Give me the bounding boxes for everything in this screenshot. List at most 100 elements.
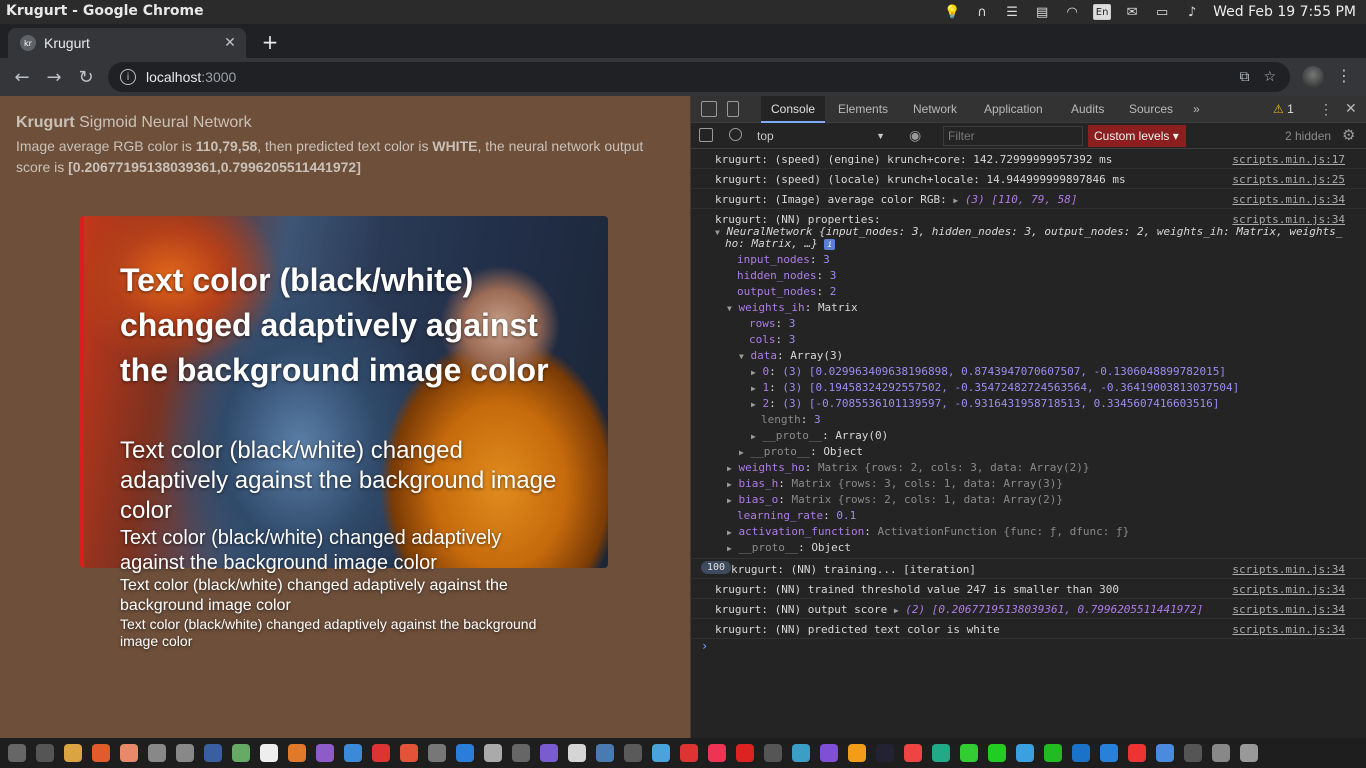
dock-app-icon[interactable] [540,744,558,762]
dock-app-icon[interactable] [1156,744,1174,762]
dock-app-icon[interactable] [820,744,838,762]
tab-sources[interactable]: Sources [1119,96,1183,123]
expand-arrow-icon[interactable]: ▶ [751,432,756,441]
devtools-menu-icon[interactable]: ⋮ [1319,101,1333,118]
console-message-expanded[interactable]: krugurt: (NN) properties: scripts.min.js… [691,209,1366,559]
close-devtools-icon[interactable]: ✕ [1345,100,1357,117]
console-prompt[interactable]: › [701,639,708,653]
console-message[interactable]: krugurt: (Image) average color RGB: ▶ (3… [691,189,1366,209]
dock-app-icon[interactable] [1100,744,1118,762]
dock-app-icon[interactable] [1128,744,1146,762]
dock-app-icon[interactable] [932,744,950,762]
dock-app-icon[interactable] [1016,744,1034,762]
console-message[interactable]: 100 krugurt: (NN) training... [iteration… [691,559,1366,579]
close-tab-icon[interactable]: ✕ [220,33,240,53]
dock-app-icon[interactable] [484,744,502,762]
more-tabs-button[interactable]: » [1183,96,1210,123]
gear-icon[interactable]: ⚙ [1342,126,1355,144]
dock-app-icon[interactable] [400,744,418,762]
expand-arrow-icon[interactable]: ▶ [739,448,744,457]
console-message[interactable]: krugurt: (NN) trained threshold value 24… [691,579,1366,599]
console-message[interactable]: krugurt: (speed) (locale) krunch+locale:… [691,169,1366,189]
forward-button[interactable]: → [42,65,66,89]
lightbulb-icon[interactable]: 💡 [941,0,963,24]
dock-app-icon[interactable] [428,744,446,762]
console-message[interactable]: krugurt: (NN) output score ▶ (2) [0.2067… [691,599,1366,619]
expand-arrow-icon[interactable]: ▶ [727,528,732,537]
info-icon[interactable]: i [824,239,836,250]
source-link[interactable]: scripts.min.js:34 [1232,193,1345,206]
dock-app-icon[interactable] [1044,744,1062,762]
tab-console[interactable]: Console [761,96,826,123]
array-preview[interactable]: (3) [110, 79, 58] [965,193,1078,206]
dock-app-icon[interactable] [176,744,194,762]
source-link[interactable]: scripts.min.js:34 [1232,583,1345,596]
device-toolbar-icon[interactable] [727,101,739,117]
dock-app-icon[interactable] [8,744,26,762]
dock-app-icon[interactable] [708,744,726,762]
expand-arrow-icon[interactable]: ▶ [953,196,958,205]
collapse-arrow-icon[interactable]: ▼ [727,304,732,313]
dock-app-icon[interactable] [512,744,530,762]
expand-arrow-icon[interactable]: ▶ [894,606,899,615]
context-select[interactable]: top ▼ [757,127,891,145]
filter-input[interactable]: Filter [943,126,1083,146]
array-preview[interactable]: (2) [0.20677195138039361, 0.799620551144… [905,603,1203,616]
dock-app-icon[interactable] [568,744,586,762]
tree-property[interactable]: ▶ __proto__: Object [727,541,851,554]
dock-app-icon[interactable] [260,744,278,762]
dock-app-icon[interactable] [904,744,922,762]
clipboard-icon[interactable]: ▤ [1031,0,1053,24]
dock-app-icon[interactable] [1072,744,1090,762]
dock-app-icon[interactable] [1184,744,1202,762]
console-message[interactable]: krugurt: (speed) (engine) krunch+core: 1… [691,149,1366,169]
dock-app-icon[interactable] [372,744,390,762]
dock-app-icon[interactable] [652,744,670,762]
wifi-icon[interactable]: ◠ [1061,0,1083,24]
dock-app-icon[interactable] [680,744,698,762]
reload-button[interactable]: ↻ [74,65,98,89]
dock-app-icon[interactable] [288,744,306,762]
collapse-arrow-icon[interactable]: ▼ [739,352,744,361]
source-link[interactable]: scripts.min.js:17 [1232,153,1345,166]
clock[interactable]: Wed Feb 19 7:55 PM [1213,4,1356,20]
expand-arrow-icon[interactable]: ▶ [727,480,732,489]
headphones-icon[interactable]: ∩ [971,0,993,24]
dock-app-icon[interactable] [344,744,362,762]
source-link[interactable]: scripts.min.js:34 [1232,563,1345,576]
dock-app-icon[interactable] [64,744,82,762]
dock-app-icon[interactable] [736,744,754,762]
sidebar-toggle-icon[interactable] [699,128,713,142]
expand-arrow-icon[interactable]: ▶ [751,368,756,377]
dock-app-icon[interactable] [1240,744,1258,762]
battery-icon[interactable]: ▭ [1151,0,1173,24]
tree-property[interactable]: ▶ bias_h: Matrix {rows: 3, cols: 1, data… [727,477,1063,490]
tree-property[interactable]: ▼ weights_ih: Matrix [727,301,858,314]
expand-arrow-icon[interactable]: ▶ [751,384,756,393]
source-link[interactable]: scripts.min.js:34 [1232,623,1345,636]
expand-arrow-icon[interactable]: ▶ [727,496,732,505]
expand-arrow-icon[interactable]: ▶ [727,464,732,473]
tree-property[interactable]: ▶ 0: (3) [0.029963409638196898, 0.874394… [751,365,1226,378]
url-text[interactable]: localhost:3000 [146,69,1239,85]
dock-app-icon[interactable] [232,744,250,762]
dock-app-icon[interactable] [876,744,894,762]
tab-audits[interactable]: Audits [1061,96,1114,123]
keyboard-layout[interactable]: En [1091,0,1113,24]
dock-app-icon[interactable] [960,744,978,762]
mail-icon[interactable]: ✉ [1121,0,1143,24]
tree-property[interactable]: ▶ __proto__: Array(0) [751,429,888,442]
chrome-menu-icon[interactable]: ⋮ [1336,66,1352,85]
source-link[interactable]: scripts.min.js:34 [1232,603,1345,616]
dock-app-icon[interactable] [204,744,222,762]
console-message[interactable]: krugurt: (NN) predicted text color is wh… [691,619,1366,639]
dock-app-icon[interactable] [596,744,614,762]
dock-app-icon[interactable] [848,744,866,762]
profile-avatar[interactable] [1302,66,1324,88]
collapse-arrow-icon[interactable]: ▼ [715,228,720,237]
new-tab-button[interactable]: + [258,30,282,54]
tab-elements[interactable]: Elements [828,96,898,123]
tree-property[interactable]: ▶ 1: (3) [0.19458324292557502, -0.354724… [751,381,1239,394]
tab-network[interactable]: Network [903,96,967,123]
source-link[interactable]: scripts.min.js:25 [1232,173,1345,186]
